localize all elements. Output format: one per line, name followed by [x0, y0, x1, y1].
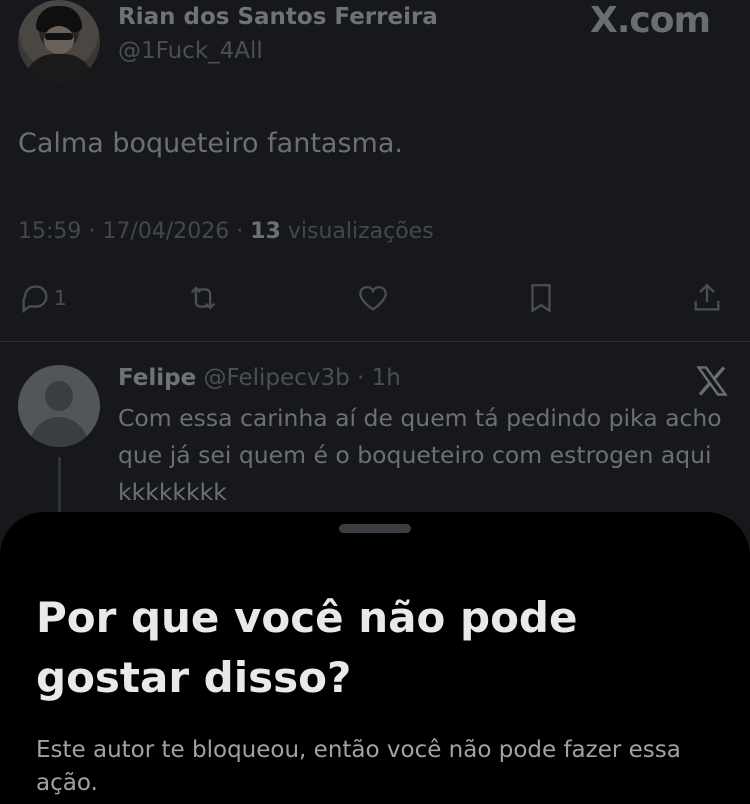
bookmark-button[interactable]	[524, 280, 558, 316]
reply-count: 1	[54, 286, 67, 310]
like-icon	[359, 286, 387, 311]
share-button[interactable]	[690, 280, 724, 316]
share-icon	[694, 283, 720, 311]
post-time: 15:59	[18, 219, 82, 244]
reply-author-handle[interactable]: @Felipecv3b	[204, 365, 350, 391]
site-label: X.com	[590, 0, 711, 41]
post-text: Calma boqueteiro fantasma.	[18, 128, 403, 159]
post-date: 17/04/2026	[102, 219, 230, 244]
x-logo-icon	[696, 366, 728, 396]
reply-icon	[22, 285, 48, 314]
post-meta: 15:59 · 17/04/2026 · 13 visualizações	[18, 219, 434, 244]
main-post: Rian dos Santos Ferreira @1Fuck_4All X.c…	[0, 0, 750, 342]
author-name[interactable]: Rian dos Santos Ferreira	[118, 4, 438, 30]
reply-text: Com essa carinha aí de quem tá pedindo p…	[118, 404, 722, 506]
reply-author-name[interactable]: Felipe	[118, 365, 196, 391]
avatar[interactable]	[18, 0, 100, 82]
like-button[interactable]	[356, 280, 390, 316]
sheet-message: Este autor te bloqueou, então você não p…	[36, 737, 681, 796]
thread-line	[58, 457, 61, 517]
avatar[interactable]	[18, 365, 100, 447]
action-bar: 1	[0, 280, 750, 320]
reply-age: 1h	[371, 365, 401, 391]
bottom-sheet: Por que você não pode gostar disso? Este…	[0, 512, 750, 804]
repost-icon	[190, 286, 216, 310]
sheet-grabber-handle[interactable]	[339, 524, 411, 533]
views-label: visualizações	[287, 219, 434, 244]
bookmark-icon	[531, 284, 551, 313]
repost-button[interactable]	[186, 280, 220, 316]
author-handle[interactable]: @1Fuck_4All	[118, 38, 263, 64]
reply-button[interactable]: 1	[18, 280, 67, 316]
sheet-title: Por que você não pode gostar disso?	[36, 593, 578, 702]
reply-header: Felipe @Felipecv3b · 1h	[118, 365, 401, 391]
views-count: 13	[250, 219, 281, 244]
